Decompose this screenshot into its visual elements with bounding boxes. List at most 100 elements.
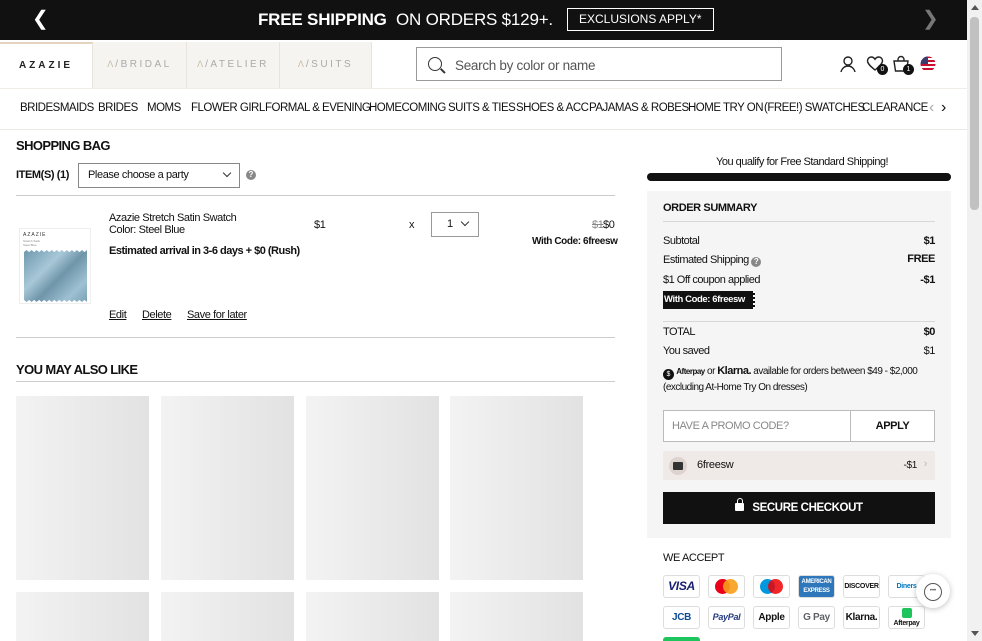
nav-item-flower-girl[interactable]: FLOWER GIRL [191,102,265,114]
nav-item-shoes-acc[interactable]: SHOES & ACC [516,102,589,114]
subtotal-value: $1 [923,235,936,247]
site-header: AZAZIE Λ/BRIDAL Λ/ATELIER Λ/SUITS 0 1 [0,40,967,88]
nav-item-homecoming[interactable]: HOMECOMING [369,102,446,114]
scrollbar-thumb[interactable] [970,17,979,210]
brand-tab-bridal[interactable]: Λ/BRIDAL [93,42,187,88]
code-chip: With Code: 6freesw [663,291,755,309]
scroll-up-icon[interactable] [971,5,979,10]
product-card-placeholder[interactable] [450,396,583,580]
divider [16,381,615,382]
shipping-progress-bar [647,173,951,181]
product-card-placeholder[interactable] [161,592,294,641]
bnpl-text: available for orders between $49 - $2,00… [753,366,918,377]
nav-scroll-right-icon[interactable]: › [941,99,946,117]
afterpay-icon: $ [663,369,674,380]
promo-code-box[interactable] [663,410,851,442]
delete-link[interactable]: Delete [142,309,172,321]
brand-tab-label: SUITS [311,59,354,70]
original-price: $1 [592,219,604,231]
party-select[interactable]: Please choose a party [78,163,240,188]
nav-item-clearance[interactable]: CLEARANCE [862,102,928,114]
secure-checkout-button[interactable]: SECURE CHECKOUT [663,492,935,524]
azazie-mark-icon: Λ [297,59,304,69]
chevron-left-icon[interactable]: ❮ [32,8,49,30]
search-icon [428,57,442,71]
product-card-placeholder[interactable] [450,592,583,641]
afterpay-icon: Afterpay [888,606,925,629]
promo-code-input[interactable] [664,411,834,441]
free-shipping-message: You qualify for Free Standard Shipping! [716,156,889,168]
nav-item-suits-ties[interactable]: SUITS & TIES [448,102,516,114]
thumb-caption: Stretch Satin Steel Blue [23,239,41,247]
product-card-placeholder[interactable] [16,396,149,580]
cart-count-badge: 1 [903,64,914,75]
discounted-price: $0 [603,219,615,231]
discover-icon: DISCOVER [843,575,880,598]
promo-main-text: FREE SHIPPING [258,10,387,29]
nav-item-formal-evening[interactable]: FORMAL & EVENING [265,102,371,114]
nav-item-home-try-on[interactable]: HOME TRY ON [688,102,764,114]
apply-button[interactable]: APPLY [850,410,935,442]
save-for-later-link[interactable]: Save for later [187,309,247,321]
azazie-mark-icon: Λ [197,59,204,69]
exclusions-button[interactable]: EXCLUSIONS APPLY* [567,8,714,31]
fabric-swatch-image [24,250,87,302]
scroll-down-icon[interactable] [971,631,979,636]
brand-tab-suits[interactable]: Λ/SUITS [280,42,372,88]
estimated-arrival: Estimated arrival in 3-6 days + $0 (Rush… [109,245,300,257]
help-icon[interactable]: ? [246,170,256,180]
order-summary-title: ORDER SUMMARY [663,202,758,214]
chevron-right-icon[interactable]: ❯ [922,8,939,30]
nav-item-swatches[interactable]: (FREE!) SWATCHES [764,102,865,114]
shipping-value: FREE [907,253,935,265]
coupon-applied-label: $1 Off coupon applied [663,274,760,286]
google-pay-icon: G Pay [798,606,835,629]
coupon-ticket-icon [669,457,687,475]
product-name[interactable]: Azazie Stretch Satin Swatch [109,212,237,224]
afterpay-mark-icon [902,608,912,618]
nav-item-brides[interactable]: BRIDES [98,102,138,114]
bnpl-note: (excluding At-Home Try On dresses) [663,382,808,393]
brand-tab-atelier[interactable]: Λ/ATELIER [187,42,280,88]
divider [663,321,935,322]
product-card-placeholder[interactable] [306,396,439,580]
quantity-value: 1 [447,218,453,230]
checkout-label: SECURE CHECKOUT [752,502,863,514]
us-flag-icon[interactable] [920,56,936,72]
unit-price: $1 [314,219,326,231]
nav-item-pajamas-robes[interactable]: PAJAMAS & ROBES [589,102,689,114]
nav-item-bridesmaids[interactable]: BRIDESMAIDS [20,102,94,114]
promo-banner: ❮ FREE SHIPPING ON ORDERS $129+. EXCLUSI… [0,0,967,40]
thumb-logo: AZAZIE [23,232,47,238]
nav-scroll-left-icon[interactable]: ‹ [929,99,934,117]
product-card-placeholder[interactable] [161,396,294,580]
coupon-applied-value: -$1 [920,274,935,286]
edit-link[interactable]: Edit [109,309,127,321]
search-input[interactable] [455,54,775,76]
divider [663,221,935,222]
divider [16,337,615,338]
quantity-select[interactable]: 1 [431,212,479,237]
divider [16,195,615,196]
shipping-label-text: Estimated Shipping [663,254,749,266]
chat-button[interactable] [916,574,950,608]
search-box[interactable] [416,47,782,81]
we-accept-title: WE ACCEPT [663,552,725,564]
product-card-placeholder[interactable] [16,592,149,641]
product-card-placeholder[interactable] [306,592,439,641]
or-text: or [707,366,715,377]
chevron-right-icon: › [923,458,928,470]
page-scrollbar[interactable] [967,0,982,641]
help-icon[interactable]: ? [751,257,762,267]
nav-item-moms[interactable]: MOMS [147,102,181,114]
product-thumbnail[interactable]: AZAZIE Stretch Satin Steel Blue [19,228,91,304]
payment-logo-partial [663,637,700,641]
you-may-also-like-title: YOU MAY ALSO LIKE [16,362,138,377]
jcb-icon: JCB [663,606,700,629]
account-icon[interactable] [839,55,857,73]
amex-icon: AMERICAN EXPRESS [798,575,835,598]
you-saved-value: $1 [923,345,936,357]
applied-coupon[interactable]: 6freesw -$1 › [663,451,935,480]
brand-tab-label: ATELIER [210,59,269,70]
brand-tab-azazie[interactable]: AZAZIE [0,42,93,88]
